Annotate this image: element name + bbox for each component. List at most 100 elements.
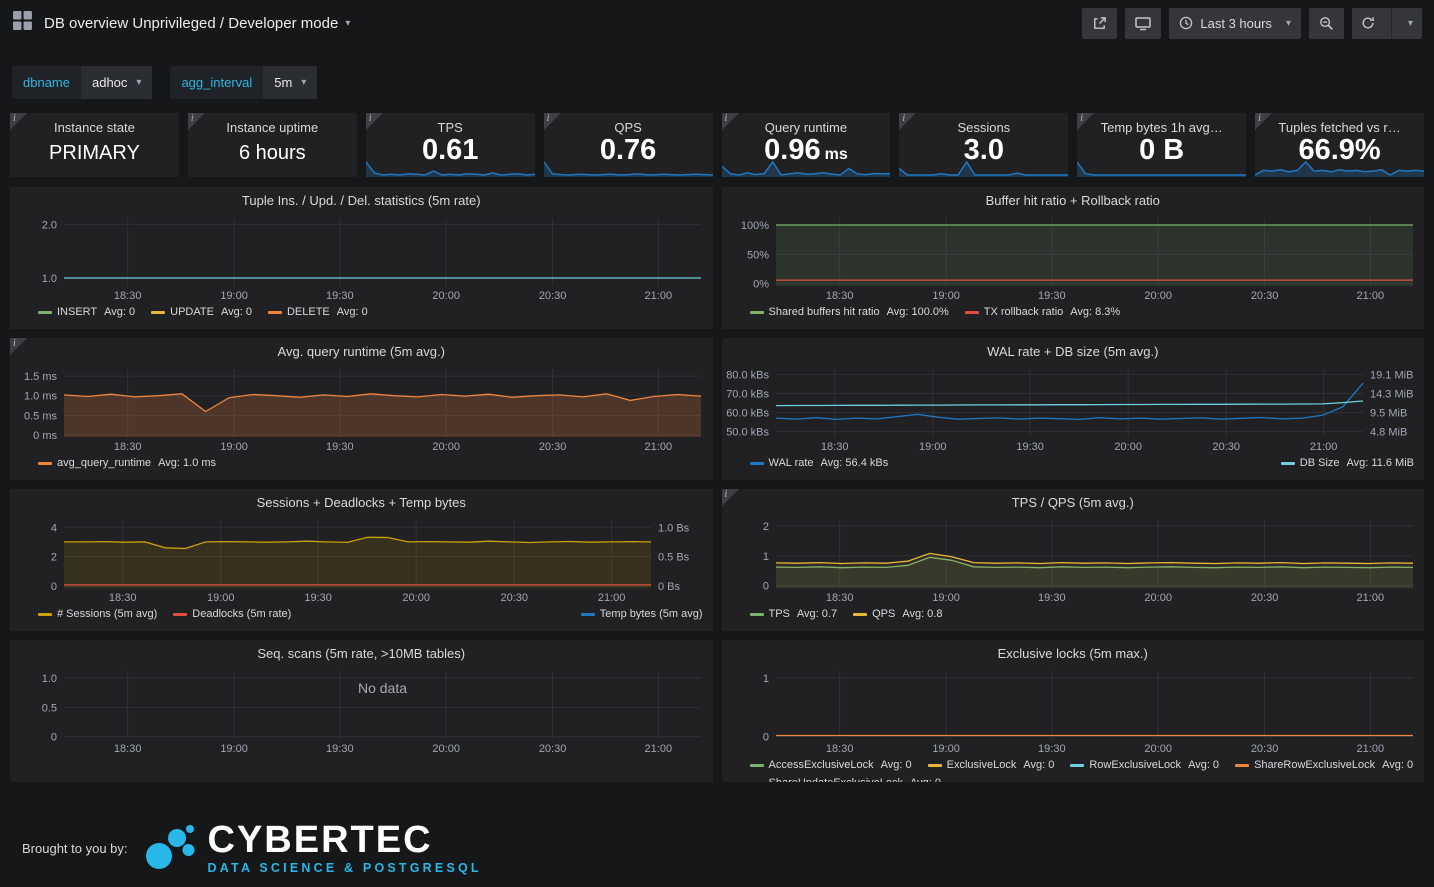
- legend-item[interactable]: # Sessions (5m avg): [38, 608, 157, 620]
- legend-label: # Sessions (5m avg): [57, 608, 157, 620]
- info-icon[interactable]: i: [10, 338, 27, 355]
- info-icon[interactable]: i: [10, 113, 27, 130]
- info-icon[interactable]: i: [188, 113, 205, 130]
- legend-item[interactable]: Temp bytes (5m avg): [581, 608, 703, 620]
- svg-text:20:30: 20:30: [539, 743, 567, 755]
- svg-text:20:00: 20:00: [1144, 743, 1172, 755]
- chart-area[interactable]: 0118:3019:0019:3020:0020:3021:00: [726, 666, 1421, 756]
- stat-value: 0 B: [1077, 135, 1246, 166]
- variable-dbname-dropdown[interactable]: adhoc ▾: [81, 66, 152, 99]
- tv-mode-button[interactable]: [1125, 8, 1161, 39]
- panel-title[interactable]: Buffer hit ratio + Rollback ratio: [722, 187, 1425, 213]
- variable-agg-interval-dropdown[interactable]: 5m ▾: [263, 66, 317, 99]
- info-icon[interactable]: i: [722, 489, 739, 506]
- legend-item[interactable]: Deadlocks (5m rate): [173, 608, 291, 620]
- legend-right-group: DB SizeAvg: 11.6 MiB: [1281, 457, 1414, 469]
- legend-item[interactable]: UPDATEAvg: 0: [151, 306, 252, 318]
- chart-canvas: 0 ms0.5 ms1.0 ms1.5 ms18:3019:0019:3020:…: [14, 364, 709, 454]
- chart-area[interactable]: 0240 Bs0.5 Bs1.0 Bs18:3019:0019:3020:002…: [14, 515, 709, 605]
- legend-swatch: [928, 764, 942, 767]
- info-icon[interactable]: i: [544, 113, 561, 130]
- brand-tagline: DATA SCIENCE & POSTGRESQL: [208, 861, 482, 875]
- legend-label: Deadlocks (5m rate): [192, 608, 291, 620]
- stat-unit: ms: [825, 146, 848, 163]
- legend-value: Avg: 1.0 ms: [158, 457, 216, 469]
- legend-item[interactable]: ExclusiveLockAvg: 0: [928, 759, 1055, 771]
- stat-title[interactable]: Instance uptime: [188, 120, 357, 135]
- panel-title[interactable]: WAL rate + DB size (5m avg.): [722, 338, 1425, 364]
- stat-title[interactable]: Query runtime: [722, 120, 891, 135]
- legend-item[interactable]: TPSAvg: 0.7: [750, 608, 838, 620]
- legend-item[interactable]: ShareRowExclusiveLockAvg: 0: [1235, 759, 1413, 771]
- stat-panel-tuples-fetched: i Tuples fetched vs r… 66.9%: [1255, 113, 1424, 177]
- svg-text:20:30: 20:30: [500, 592, 528, 604]
- refresh-button[interactable]: [1352, 8, 1384, 39]
- svg-text:18:30: 18:30: [825, 743, 853, 755]
- legend-label: Shared buffers hit ratio: [769, 306, 880, 318]
- chevron-down-icon[interactable]: ▾: [345, 18, 350, 29]
- svg-text:4: 4: [51, 522, 57, 534]
- legend-item[interactable]: INSERTAvg: 0: [38, 306, 135, 318]
- panel-title[interactable]: TPS / QPS (5m avg.): [722, 489, 1425, 515]
- legend-item[interactable]: TX rollback ratioAvg: 8.3%: [965, 306, 1120, 318]
- dashboard-title[interactable]: DB overview Unprivileged / Developer mod…: [44, 15, 338, 32]
- chevron-down-icon: ▾: [136, 77, 141, 88]
- panel-title[interactable]: Seq. scans (5m rate, >10MB tables): [10, 640, 713, 666]
- zoom-out-button[interactable]: [1309, 8, 1344, 39]
- time-range-picker[interactable]: Last 3 hours ▾: [1169, 8, 1301, 39]
- refresh-interval-caret[interactable]: ▾: [1391, 8, 1422, 39]
- stat-title[interactable]: QPS: [544, 120, 713, 135]
- legend-item[interactable]: WAL rateAvg: 56.4 kBs: [750, 457, 889, 469]
- legend-swatch: [38, 613, 52, 616]
- legend-item[interactable]: DB SizeAvg: 11.6 MiB: [1281, 457, 1414, 469]
- stat-title[interactable]: Temp bytes 1h avg…: [1077, 120, 1246, 135]
- chart-area[interactable]: 1.02.018:3019:0019:3020:0020:3021:00: [14, 213, 709, 303]
- panel-title[interactable]: Exclusive locks (5m max.): [722, 640, 1425, 666]
- legend-item[interactable]: DELETEAvg: 0: [268, 306, 368, 318]
- chart-area[interactable]: 0 ms0.5 ms1.0 ms1.5 ms18:3019:0019:3020:…: [14, 364, 709, 454]
- stat-title[interactable]: Tuples fetched vs r…: [1255, 120, 1424, 135]
- stat-title[interactable]: Instance state: [10, 120, 179, 135]
- svg-text:70.0 kBs: 70.0 kBs: [726, 389, 769, 401]
- panel-title[interactable]: Avg. query runtime (5m avg.): [10, 338, 713, 364]
- stat-title[interactable]: TPS: [366, 120, 535, 135]
- navbar-actions: Last 3 hours ▾: [1082, 8, 1422, 39]
- info-icon[interactable]: i: [722, 113, 739, 130]
- info-icon[interactable]: i: [1255, 113, 1272, 130]
- chart-area[interactable]: 01218:3019:0019:3020:0020:3021:00: [726, 515, 1421, 605]
- svg-text:0%: 0%: [753, 279, 769, 291]
- legend-item[interactable]: Shared buffers hit ratioAvg: 100.0%: [750, 306, 949, 318]
- svg-text:19:30: 19:30: [326, 290, 354, 302]
- info-icon[interactable]: i: [366, 113, 383, 130]
- stat-value: 0.96ms: [722, 135, 891, 170]
- legend-item[interactable]: QPSAvg: 0.8: [853, 608, 942, 620]
- svg-text:20:30: 20:30: [1250, 592, 1278, 604]
- legend-swatch: [853, 613, 867, 616]
- legend-swatch: [750, 764, 764, 767]
- svg-text:20:30: 20:30: [1250, 743, 1278, 755]
- legend-item[interactable]: RowExclusiveLockAvg: 0: [1070, 759, 1219, 771]
- share-button[interactable]: [1082, 8, 1117, 39]
- svg-text:20:00: 20:00: [432, 743, 460, 755]
- info-icon[interactable]: i: [1077, 113, 1094, 130]
- stat-title[interactable]: Sessions: [899, 120, 1068, 135]
- info-icon[interactable]: i: [899, 113, 916, 130]
- panel-title[interactable]: Sessions + Deadlocks + Temp bytes: [10, 489, 713, 515]
- legend-swatch: [965, 311, 979, 314]
- chart-area[interactable]: 00.51.018:3019:0019:3020:0020:3021:00No …: [14, 666, 709, 756]
- stat-value: 3.0: [899, 135, 1068, 166]
- svg-text:20:00: 20:00: [432, 441, 460, 453]
- cybertec-logo-link[interactable]: CYBERTEC DATA SCIENCE & POSTGRESQL: [144, 818, 482, 879]
- legend-item[interactable]: AccessExclusiveLockAvg: 0: [750, 759, 912, 771]
- panel-title[interactable]: Tuple Ins. / Upd. / Del. statistics (5m …: [10, 187, 713, 213]
- svg-text:19:00: 19:00: [918, 441, 946, 453]
- chart-area[interactable]: 50.0 kBs60.0 kBs70.0 kBs80.0 kBs4.8 MiB9…: [726, 364, 1421, 454]
- svg-text:0.5 Bs: 0.5 Bs: [658, 552, 690, 564]
- legend-item[interactable]: avg_query_runtimeAvg: 1.0 ms: [38, 457, 216, 469]
- legend-item[interactable]: ShareUpdateExclusiveLockAvg: 0: [750, 777, 942, 782]
- legend-value: Avg: 11.6 MiB: [1347, 457, 1414, 469]
- chart-area[interactable]: 0%50%100%18:3019:0019:3020:0020:3021:00: [726, 213, 1421, 303]
- chart-legend: INSERTAvg: 0 UPDATEAvg: 0 DELETEAvg: 0: [38, 306, 703, 318]
- dashboards-grid-icon[interactable]: [12, 10, 33, 36]
- svg-text:21:00: 21:00: [645, 290, 673, 302]
